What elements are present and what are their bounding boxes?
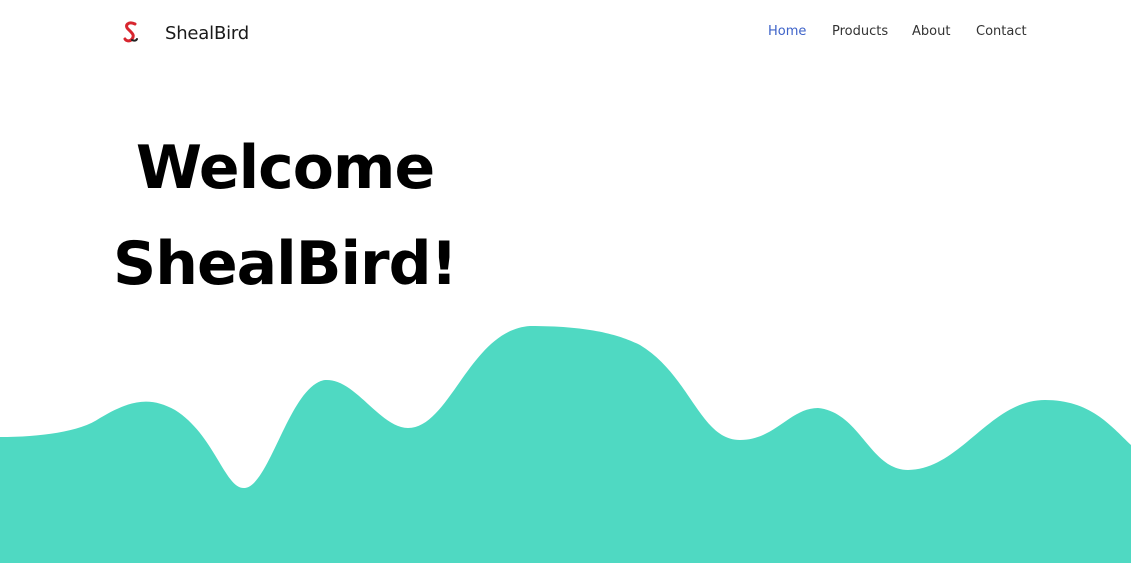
nav-home-link[interactable]: Home [768, 24, 806, 39]
nav-products-link[interactable]: Products [832, 24, 888, 39]
nav-about-link[interactable]: About [912, 24, 950, 39]
nav-contact-link[interactable]: Contact [976, 24, 1027, 39]
hero-title: Welcome ShealBird! [100, 120, 470, 312]
wave-shape [0, 326, 1131, 563]
hero-title-line-2: ShealBird! [113, 229, 458, 299]
decorative-wave [0, 326, 1131, 563]
nav-menu: Home Products About Contact [0, 24, 1131, 42]
hero-title-line-1: Welcome [135, 133, 435, 203]
navbar: ShealBird Home Products About Contact [0, 0, 1131, 66]
